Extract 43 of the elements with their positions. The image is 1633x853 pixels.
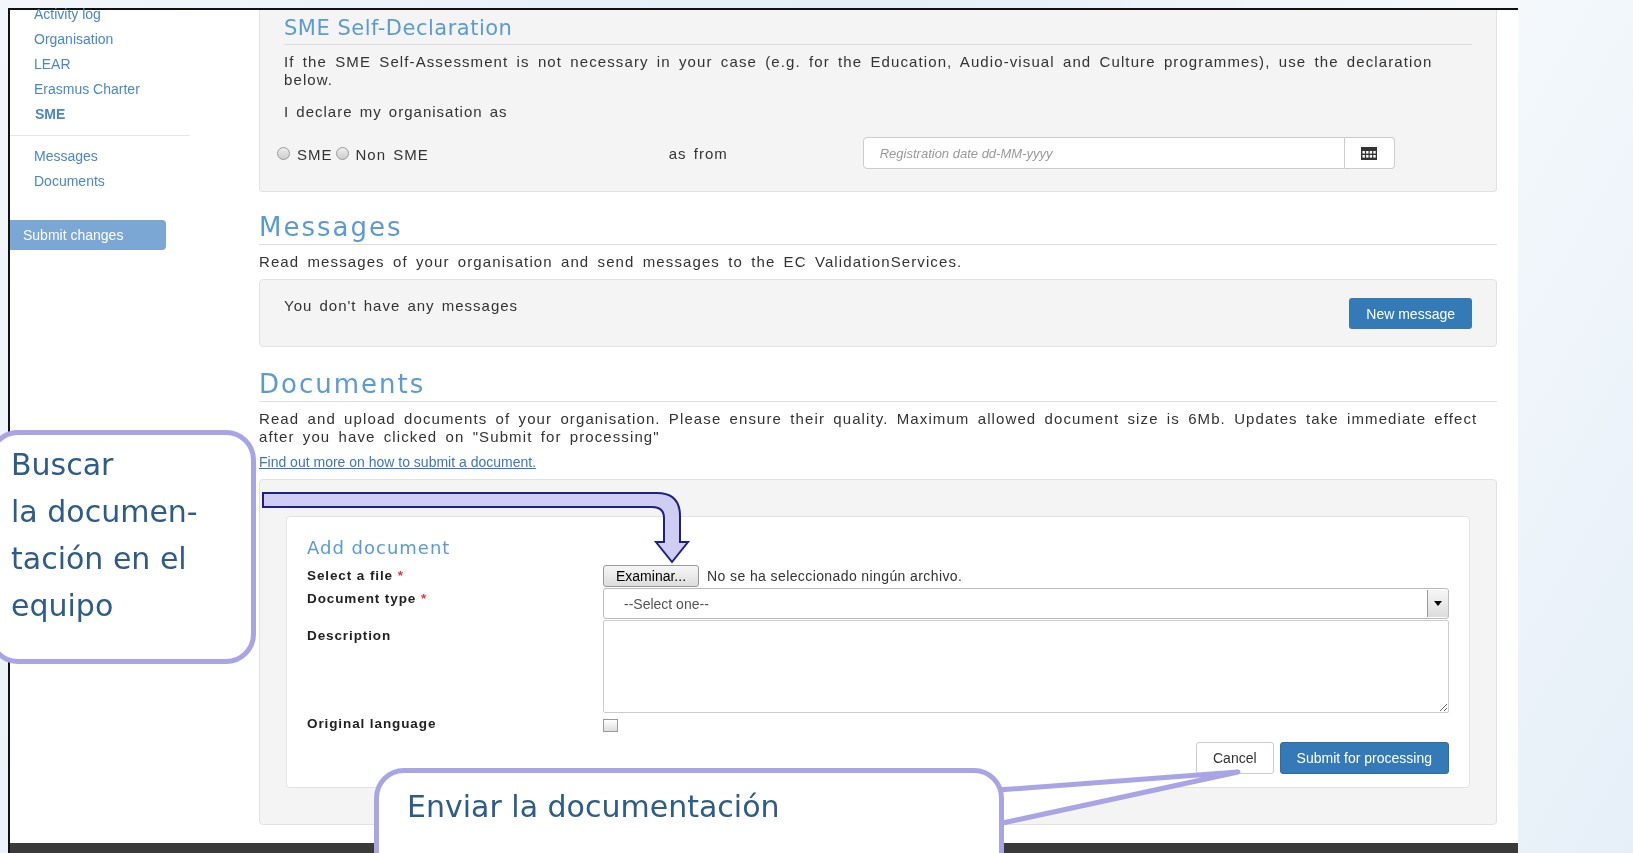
intro-text: If the SME Self-Assessment is not necessary in your case (e.g. for the Education, Audio-visual and Culture programmes), use the declaration below. <box>284 53 1434 89</box>
callout-text: Buscar <box>11 446 115 484</box>
sidebar-link[interactable]: Erasmus Charter <box>10 77 190 102</box>
description-field[interactable] <box>603 620 1449 713</box>
radio-label: SME <box>297 145 333 163</box>
new-message-button[interactable]: New message <box>1349 298 1472 329</box>
documents-description: Read and upload documents of your organisation. Please ensure their quality. Maximum allowed document size is 6Mb. Updates take immediate effect after you have clicked on "Submit for processing" <box>259 410 1479 446</box>
sidebar-link[interactable]: Messages <box>10 144 190 169</box>
messages-description: Read messages of your organisation and send messages to the EC ValidationServices. <box>259 253 964 271</box>
section-title: Messages <box>259 212 1497 245</box>
submit-button[interactable]: Submit for processing <box>1279 742 1449 774</box>
calendar-icon <box>1361 146 1378 160</box>
sidebar-link[interactable]: Activity log <box>10 2 190 27</box>
section-title: Documents <box>259 369 1497 402</box>
sidebar-link[interactable]: LEAR <box>10 52 190 77</box>
date-field[interactable]: Registration date dd-MM-yyyy <box>862 137 1345 169</box>
help-link[interactable]: Find out more on how to submit a document. <box>259 454 537 470</box>
radio-button[interactable] <box>335 146 349 160</box>
checkbox[interactable] <box>603 719 618 732</box>
sidebar-link[interactable]: Organisation <box>10 27 190 52</box>
sidebar-link[interactable]: Documents <box>10 169 190 194</box>
calendar-button[interactable] <box>1344 137 1395 169</box>
field-label: Original language <box>307 715 438 733</box>
radio-button[interactable] <box>277 146 290 160</box>
callout-text: tación en el <box>11 540 188 578</box>
as-from-label: as from <box>668 144 728 162</box>
document-type-select[interactable]: --Select one-- <box>603 588 1449 619</box>
browse-button[interactable]: Examinar... <box>603 565 700 587</box>
card-title: Add document <box>307 537 452 558</box>
radio-label: Non SME <box>355 145 429 163</box>
field-label: Description <box>307 628 392 643</box>
sidebar-link[interactable]: SME <box>10 102 190 127</box>
declare-label: I declare my organisation as <box>284 103 509 120</box>
callout-text: equipo <box>11 587 115 625</box>
submit-changes-button[interactable]: Submit changes <box>10 220 166 250</box>
field-label: Select a file * <box>307 567 405 585</box>
caret-icon <box>1434 601 1442 606</box>
callout-text: la documen- <box>11 493 199 531</box>
empty-messages-text: You don't have any messages <box>284 297 519 314</box>
file-status: No se ha seleccionado ningún archivo. <box>707 568 963 584</box>
section-title: SME Self-Declaration <box>284 16 1472 45</box>
field-label: Document type * <box>307 590 429 608</box>
callout-text: Enviar la documentación <box>407 788 781 826</box>
